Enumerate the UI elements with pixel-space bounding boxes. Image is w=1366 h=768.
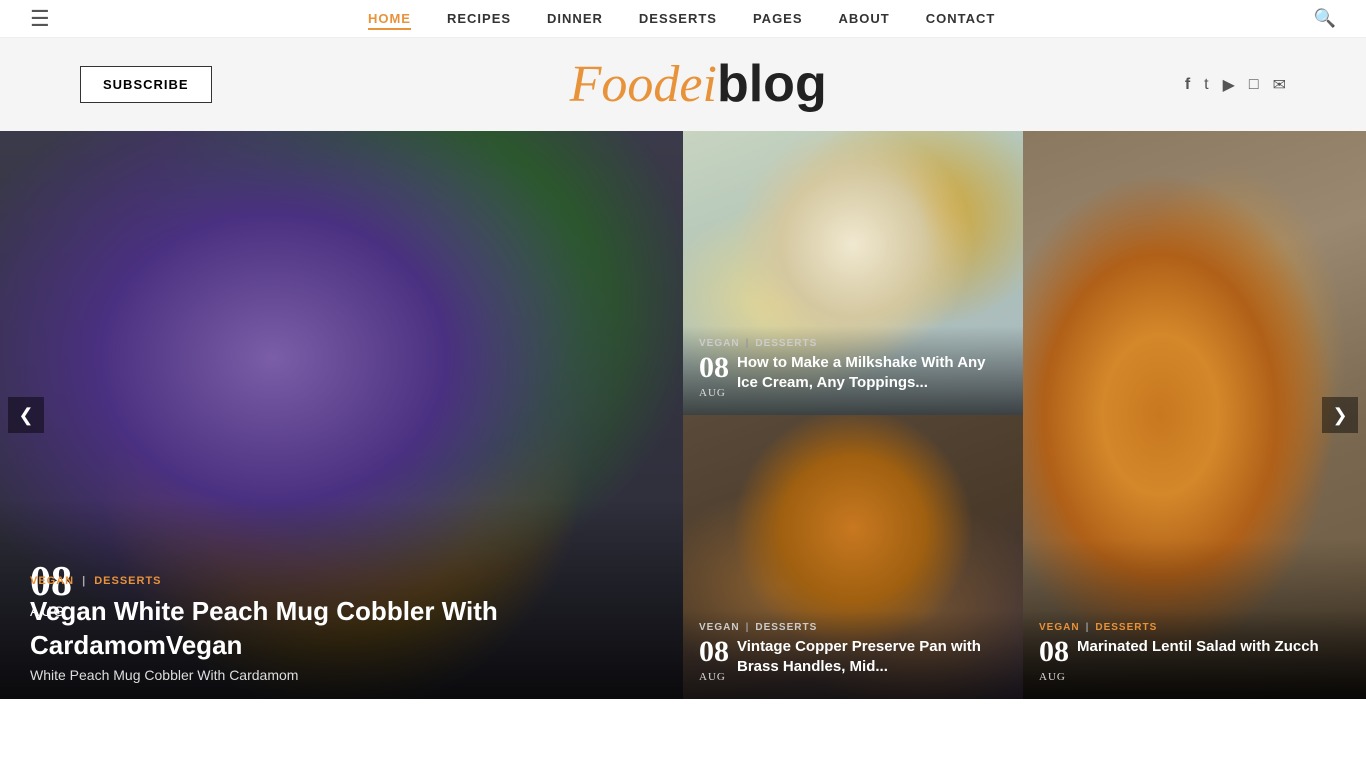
site-logo: Foodeiblog (570, 58, 827, 111)
main-slide: 08 AUG VEGAN | DESSERTS Vegan White Peac… (0, 131, 683, 699)
nav-links: HOME RECIPES DINNER DESSERTS PAGES ABOUT… (368, 10, 995, 28)
site-header: SUBSCRIBE Foodeiblog f t ▶ □ ✉ (0, 38, 1366, 131)
nav-item-desserts[interactable]: DESSERTS (639, 10, 717, 28)
right-bottom-title[interactable]: Vintage Copper Preserve Pan with Brass H… (737, 637, 1007, 676)
main-tag-desserts: DESSERTS (94, 575, 161, 587)
far-right-date-num: 08 AUG (1039, 637, 1069, 683)
far-right-title[interactable]: Marinated Lentil Salad with Zucch (1077, 637, 1319, 657)
far-right-date: 08 AUG Marinated Lentil Salad with Zucch (1039, 637, 1350, 683)
slider-next-button[interactable]: ❯ (1322, 397, 1358, 433)
nav-item-contact[interactable]: CONTACT (926, 10, 996, 28)
right-top-tag-vegan: VEGAN (699, 338, 740, 349)
main-slide-content: VEGAN | DESSERTS Vegan White Peach Mug C… (30, 575, 663, 683)
nav-item-about[interactable]: ABOUT (839, 10, 890, 28)
right-bottom-tags: VEGAN | DESSERTS (699, 622, 1007, 633)
menu-icon[interactable]: ☰ (30, 6, 50, 32)
right-bottom-info: VEGAN | DESSERTS 08 AUG Vintage Copper P… (683, 610, 1023, 699)
hero-slider: ❮ 08 AUG VEGAN | DESSERTS Vegan White Pe… (0, 131, 1366, 699)
logo-foode: Foode (570, 56, 703, 113)
nav-item-home[interactable]: HOME (368, 10, 411, 28)
far-right-tag-divider: | (1086, 622, 1090, 633)
main-tag-divider: | (82, 575, 86, 587)
twitter-icon[interactable]: t (1204, 76, 1208, 94)
slider-prev-button[interactable]: ❮ (8, 397, 44, 433)
main-tag-vegan: VEGAN (30, 575, 74, 587)
logo-blog: blog (717, 55, 827, 113)
right-top-tag-desserts: DESSERTS (755, 338, 817, 349)
right-top-title[interactable]: How to Make a Milkshake With Any Ice Cre… (737, 353, 1007, 392)
right-bottom-date: 08 AUG Vintage Copper Preserve Pan with … (699, 637, 1007, 683)
right-bottom-tag-divider: | (746, 622, 750, 633)
nav-item-pages[interactable]: PAGES (753, 10, 803, 28)
email-icon[interactable]: ✉ (1273, 75, 1286, 95)
facebook-icon[interactable]: f (1185, 76, 1190, 94)
nav-item-dinner[interactable]: DINNER (547, 10, 603, 28)
far-right-tag-desserts: DESSERTS (1095, 622, 1157, 633)
search-icon[interactable]: 🔍 (1314, 8, 1336, 29)
youtube-icon[interactable]: ▶ (1223, 75, 1235, 95)
right-top-info: VEGAN | DESSERTS 08 AUG How to Make a Mi… (683, 326, 1023, 415)
far-right-info: VEGAN | DESSERTS 08 AUG Marinated Lentil… (1023, 610, 1366, 699)
right-top-date: 08 AUG How to Make a Milkshake With Any … (699, 353, 1007, 399)
logo-i: i (703, 56, 717, 113)
main-slide-subtitle: White Peach Mug Cobbler With Cardamom (30, 667, 663, 683)
right-bottom-tag-desserts: DESSERTS (755, 622, 817, 633)
subscribe-button[interactable]: SUBSCRIBE (80, 66, 212, 103)
main-slide-tags: VEGAN | DESSERTS (30, 575, 663, 587)
main-slide-title[interactable]: Vegan White Peach Mug Cobbler With Carda… (30, 595, 663, 663)
right-top-tags: VEGAN | DESSERTS (699, 338, 1007, 349)
right-top-date-num: 08 AUG (699, 353, 729, 399)
right-slides: VEGAN | DESSERTS 08 AUG How to Make a Mi… (683, 131, 1023, 699)
instagram-icon[interactable]: □ (1249, 76, 1259, 94)
right-bottom-tag-vegan: VEGAN (699, 622, 740, 633)
social-icons-group: f t ▶ □ ✉ (1185, 75, 1286, 95)
far-right-tags: VEGAN | DESSERTS (1039, 622, 1350, 633)
far-right-tag-vegan: VEGAN (1039, 622, 1080, 633)
right-bottom-date-num: 08 AUG (699, 637, 729, 683)
nav-item-recipes[interactable]: RECIPES (447, 10, 511, 28)
navbar: ☰ HOME RECIPES DINNER DESSERTS PAGES ABO… (0, 0, 1366, 38)
right-slide-bottom: VEGAN | DESSERTS 08 AUG Vintage Copper P… (683, 415, 1023, 699)
far-right-slide: VEGAN | DESSERTS 08 AUG Marinated Lentil… (1023, 131, 1366, 699)
right-slide-top: VEGAN | DESSERTS 08 AUG How to Make a Mi… (683, 131, 1023, 415)
right-top-tag-divider: | (746, 338, 750, 349)
